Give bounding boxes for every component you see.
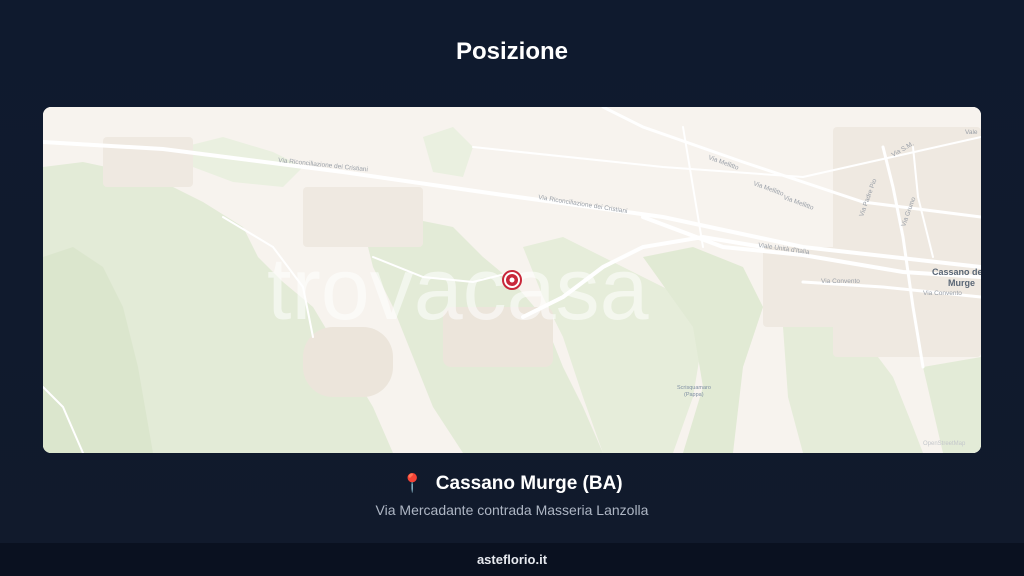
road-label: Via Convento <box>923 290 962 297</box>
location-info: 📍 Cassano Murge (BA) Via Mercadante contr… <box>0 470 1024 518</box>
road-label: Via Convento <box>821 278 860 285</box>
footer: asteflorio.it <box>0 543 1024 576</box>
location-address: Via Mercadante contrada Masseria Lanzoll… <box>375 502 649 518</box>
town-label: Cassano de <box>932 267 981 277</box>
poi-label: Scrisquamaro <box>677 385 711 391</box>
map-view[interactable]: Via Riconciliazione dei Cristiani Via Ri… <box>43 107 981 453</box>
page-title: Posizione <box>455 38 569 65</box>
location-title: 📍 Cassano Murge (BA) <box>0 470 1024 497</box>
pin-icon: 📍 <box>401 473 424 493</box>
watermark-logo: trovacasa <box>267 239 649 338</box>
road-label: Vale <box>965 129 978 136</box>
map-canvas: Via Riconciliazione dei Cristiani Via Ri… <box>43 107 981 453</box>
town-label: Murge <box>948 278 975 288</box>
location-marker[interactable] <box>502 270 522 290</box>
location-name: Cassano Murge (BA) <box>435 473 623 494</box>
map-attribution[interactable]: OpenStreetMap <box>923 441 966 447</box>
footer-site[interactable]: asteflorio.it <box>477 552 547 567</box>
poi-label: (Pappa) <box>684 392 704 398</box>
